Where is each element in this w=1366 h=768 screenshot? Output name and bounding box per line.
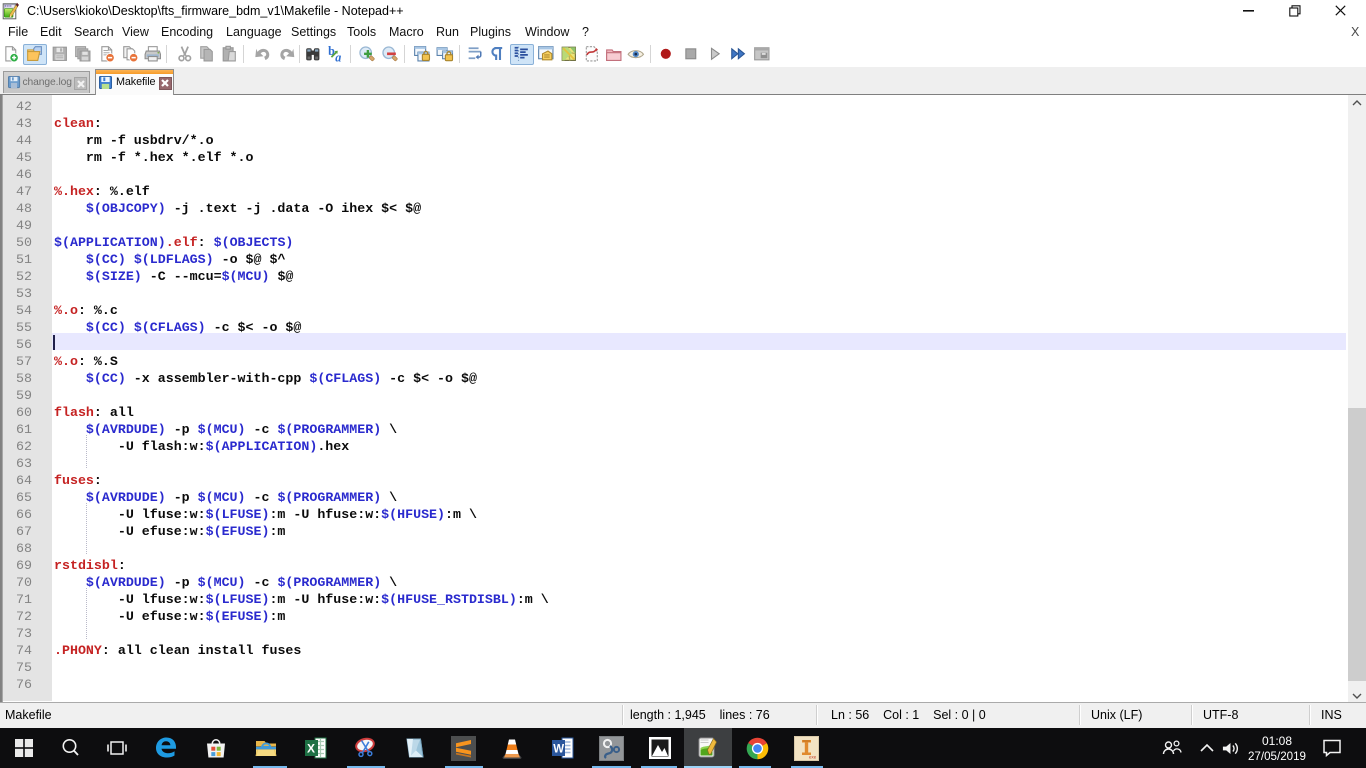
svg-text:exe: exe <box>809 754 817 759</box>
svg-text:W: W <box>553 744 564 756</box>
svg-text:X: X <box>307 742 315 756</box>
